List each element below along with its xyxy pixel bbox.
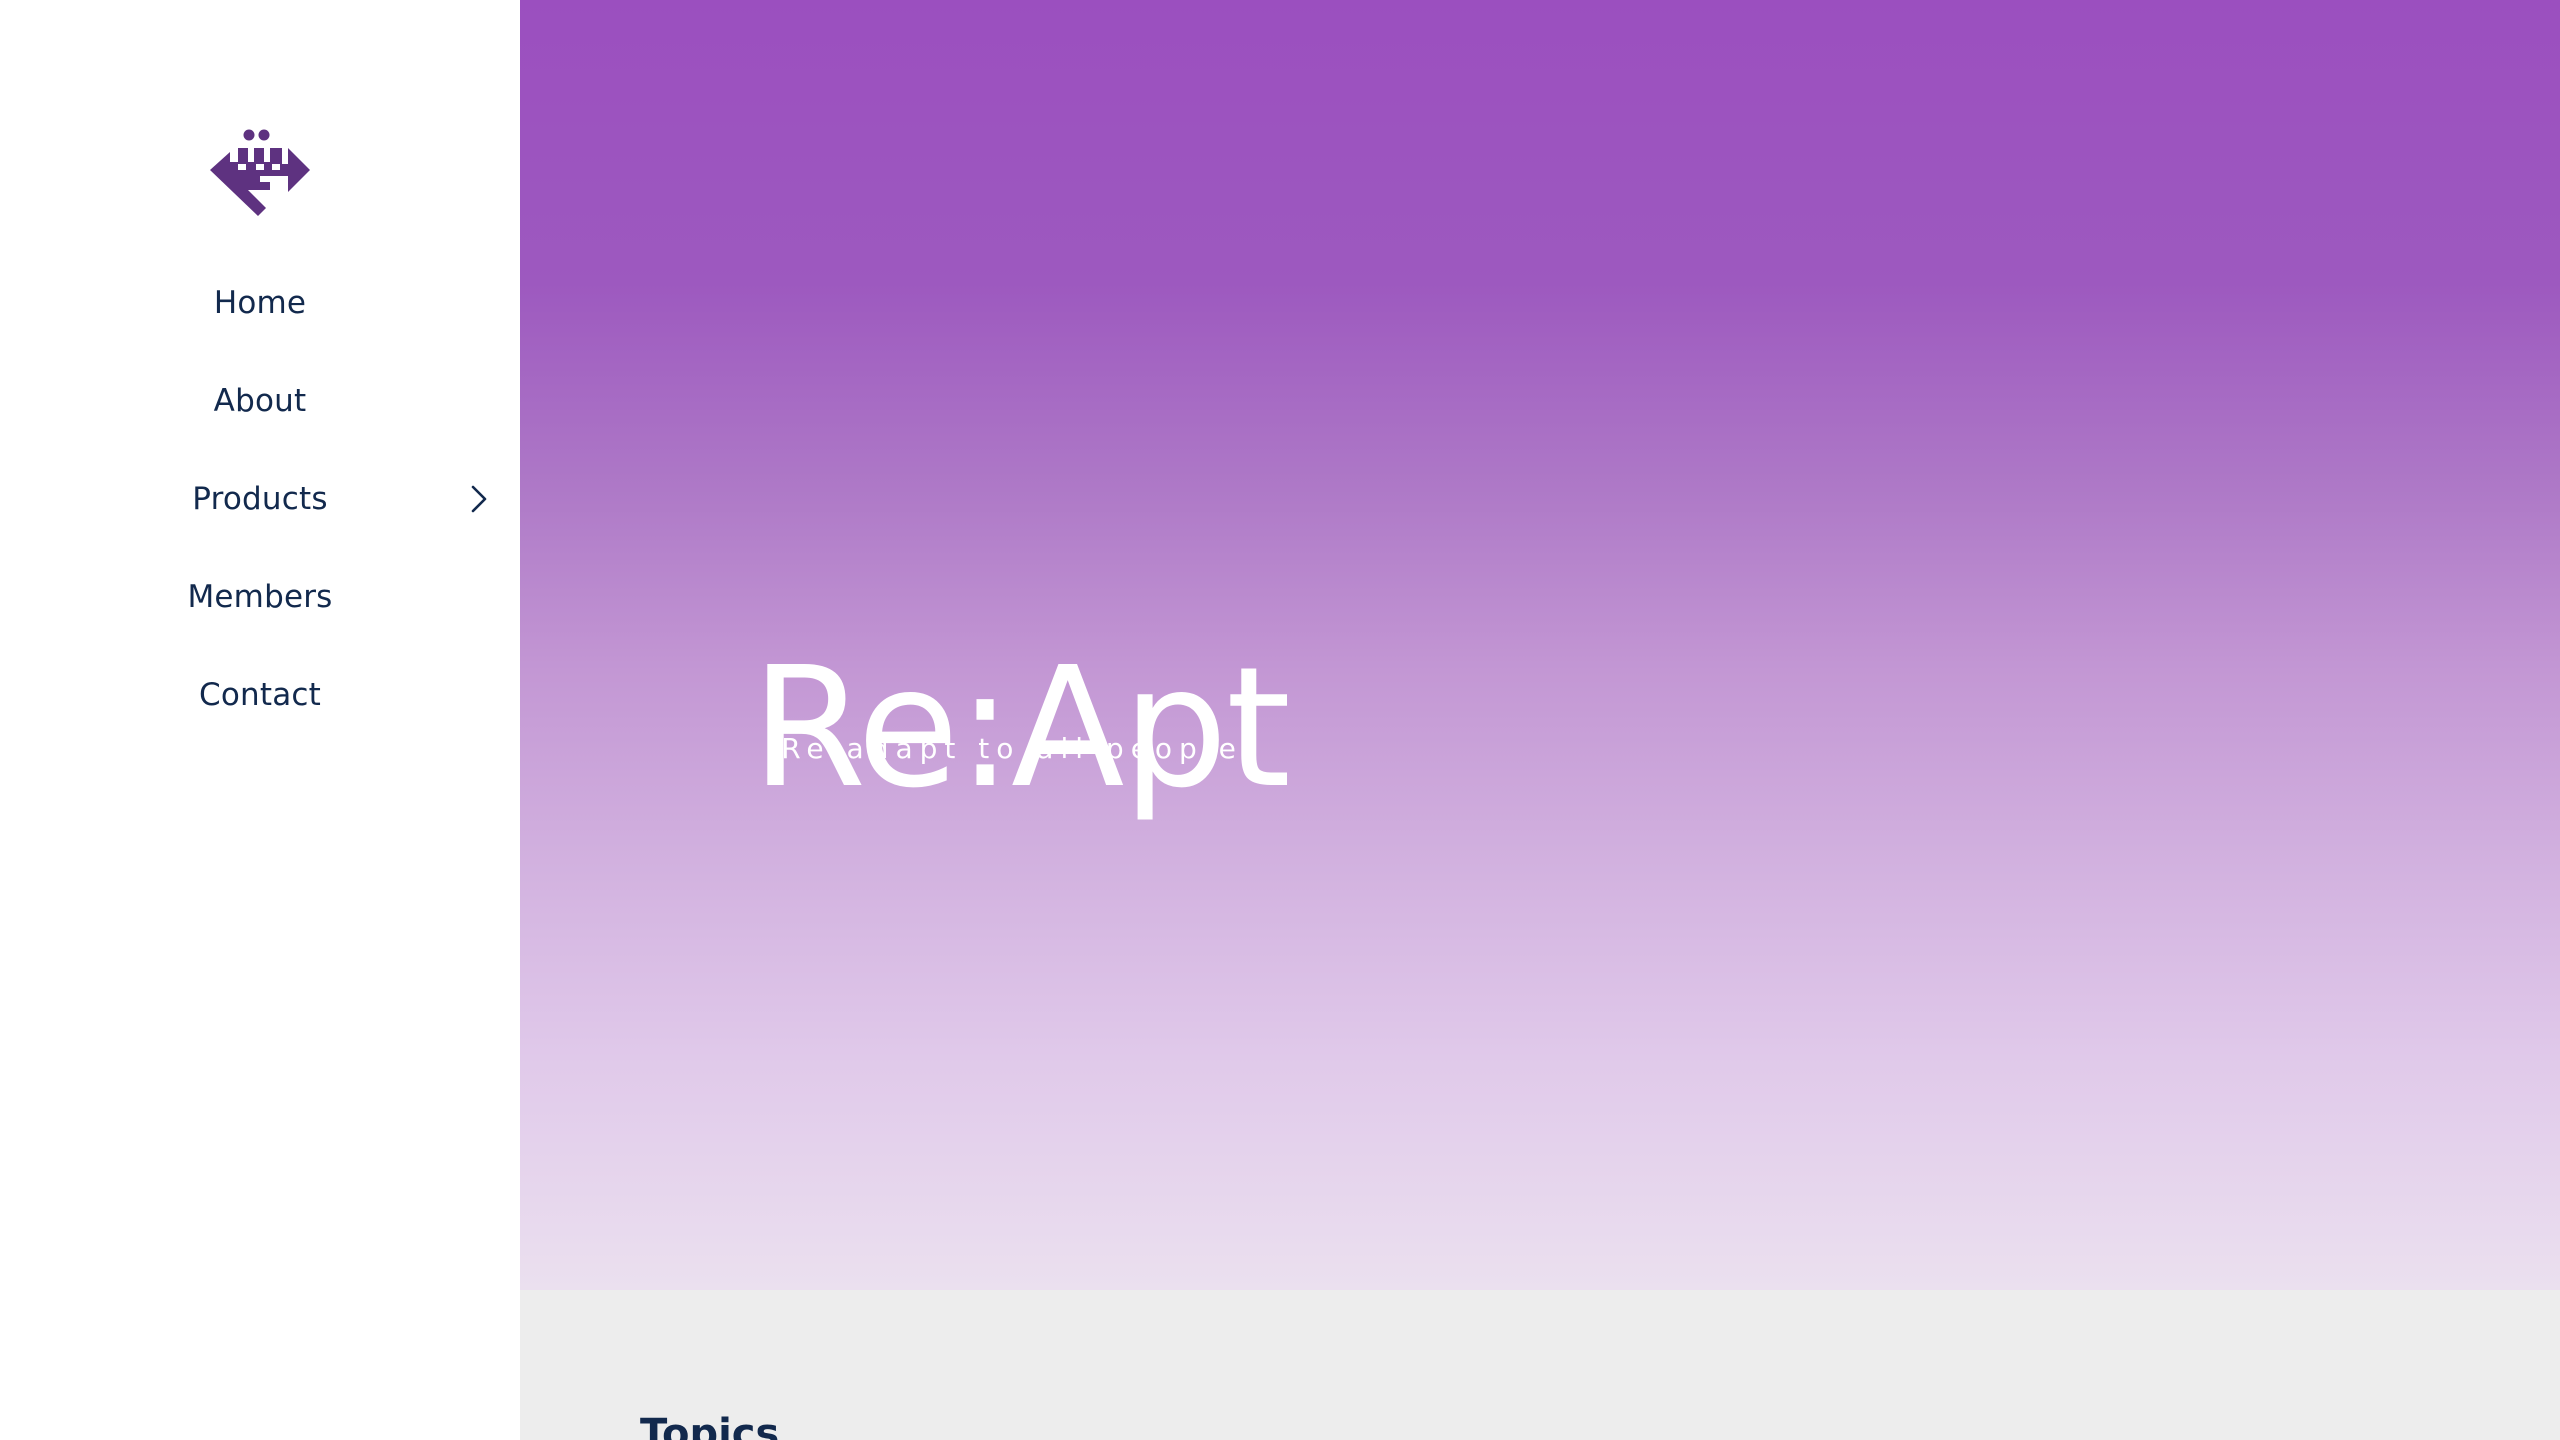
nav-label-products: Products [192,481,328,517]
nav-item-products[interactable]: Products [0,450,520,548]
hero-subtitle: Re adapt to all people. [781,732,1259,765]
topics-heading: Topics [640,1411,780,1440]
nav-item-contact[interactable]: Contact [0,646,520,744]
nav-label-home: Home [213,285,307,321]
hero-title: Re:Apt [751,632,1291,826]
nav-item-members[interactable]: Members [0,548,520,646]
hero-banner: Re:Apt Re adapt to all people. [520,0,2560,1290]
chevron-right-icon[interactable] [468,483,490,515]
nav-item-about[interactable]: About [0,352,520,450]
nav-item-home[interactable]: Home [0,254,520,352]
nav-label-about: About [213,383,307,419]
sidebar: Home About Products Members Contact [0,0,520,1440]
nav-label-members: Members [187,579,333,615]
sidebar-nav: Home About Products Members Contact [0,254,520,744]
reapt-logo-icon[interactable] [208,128,312,220]
nav-label-contact: Contact [198,677,321,713]
topics-section: Topics [520,1290,2560,1440]
page: Home About Products Members Contact Re:A… [0,0,2560,1440]
